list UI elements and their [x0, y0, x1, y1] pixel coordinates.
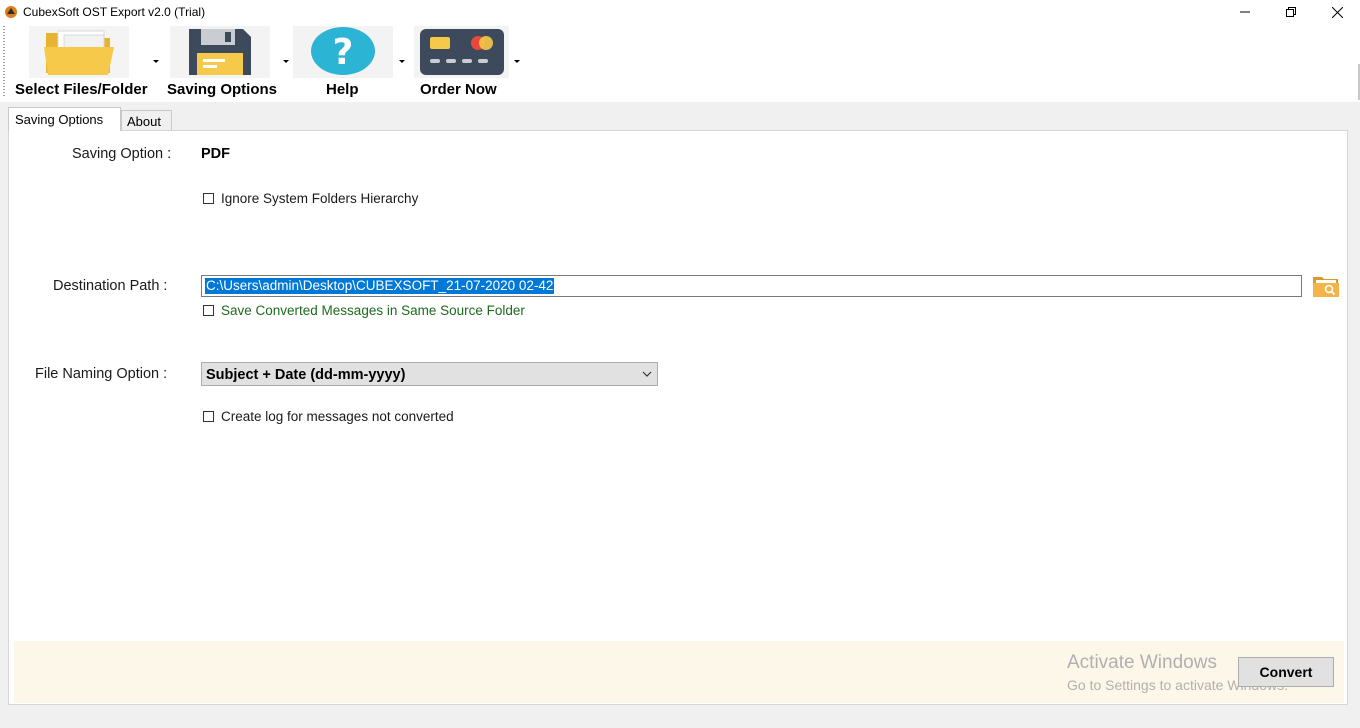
same-source-checkbox[interactable] [203, 305, 214, 316]
file-naming-select[interactable]: Subject + Date (dd-mm-yyyy) [201, 362, 658, 386]
activate-windows-watermark: Activate Windows [1067, 652, 1217, 673]
minimize-icon [1240, 11, 1250, 13]
window-title: CubexSoft OST Export v2.0 (Trial) [23, 5, 206, 19]
file-naming-value: Subject + Date (dd-mm-yyyy) [206, 367, 406, 383]
saving-options-icon-box [170, 26, 270, 78]
destination-path-label: Destination Path : [53, 278, 168, 294]
restore-button[interactable] [1268, 0, 1314, 24]
convert-button-label: Convert [1259, 664, 1313, 680]
browse-folder-icon [1313, 277, 1339, 297]
select-files-icon-box [29, 26, 129, 78]
create-log-label: Create log for messages not converted [221, 409, 454, 424]
saving-options-dropdown-arrow[interactable] [283, 60, 289, 63]
floppy-disk-icon [189, 29, 251, 75]
ignore-hierarchy-checkbox[interactable] [203, 193, 214, 204]
ignore-hierarchy-label: Ignore System Folders Hierarchy [221, 191, 419, 206]
order-now-label: Order Now [420, 81, 497, 98]
order-now-dropdown-arrow[interactable] [514, 60, 520, 63]
convert-button[interactable]: Convert [1238, 657, 1334, 687]
close-icon [1331, 6, 1343, 18]
saving-option-value: PDF [201, 146, 230, 162]
chevron-down-icon [642, 371, 652, 377]
close-button[interactable] [1314, 0, 1360, 24]
tab-saving-options[interactable]: Saving Options [8, 107, 121, 131]
tab-about-label: About [127, 114, 161, 129]
select-files-folder-button[interactable]: Select Files/Folder [14, 24, 164, 102]
minimize-button[interactable] [1222, 0, 1268, 24]
toolbar-grip [3, 26, 5, 98]
browse-folder-button[interactable] [1312, 273, 1340, 299]
window-bottom-edge [0, 722, 1360, 728]
order-now-icon-box [414, 26, 509, 78]
ignore-hierarchy-option[interactable]: Ignore System Folders Hierarchy [203, 191, 418, 206]
tab-about[interactable]: About [121, 110, 172, 131]
help-question-icon: ? [311, 27, 375, 75]
create-log-checkbox[interactable] [203, 411, 214, 422]
file-naming-label: File Naming Option : [35, 366, 168, 382]
folder-icon [44, 30, 114, 75]
same-source-option[interactable]: Save Converted Messages in Same Source F… [203, 303, 525, 318]
title-bar: CubexSoft OST Export v2.0 (Trial) [0, 0, 1360, 24]
saving-options-button[interactable]: Saving Options [166, 24, 296, 102]
help-dropdown-arrow[interactable] [399, 60, 405, 63]
help-button[interactable]: ? Help [292, 24, 410, 102]
restore-icon [1286, 7, 1296, 17]
svg-text:?: ? [333, 32, 354, 73]
create-log-option[interactable]: Create log for messages not converted [203, 409, 454, 424]
destination-path-value: C:\Users\admin\Desktop\CUBEXSOFT_21-07-2… [205, 278, 555, 294]
destination-path-input[interactable]: C:\Users\admin\Desktop\CUBEXSOFT_21-07-2… [201, 275, 1302, 297]
credit-card-icon [419, 29, 504, 75]
help-label: Help [326, 81, 359, 98]
saving-options-label: Saving Options [167, 81, 278, 98]
select-files-label: Select Files/Folder [15, 81, 148, 98]
same-source-label: Save Converted Messages in Same Source F… [221, 303, 525, 318]
help-icon-box: ? [293, 26, 393, 78]
order-now-button[interactable]: Order Now [414, 24, 529, 102]
select-files-dropdown-arrow[interactable] [153, 60, 159, 63]
app-logo-icon [5, 6, 17, 18]
tab-saving-options-label: Saving Options [15, 112, 104, 127]
toolbar: Select Files/Folder Saving Options ? Hel… [0, 24, 1360, 102]
saving-option-label: Saving Option : [72, 146, 172, 162]
